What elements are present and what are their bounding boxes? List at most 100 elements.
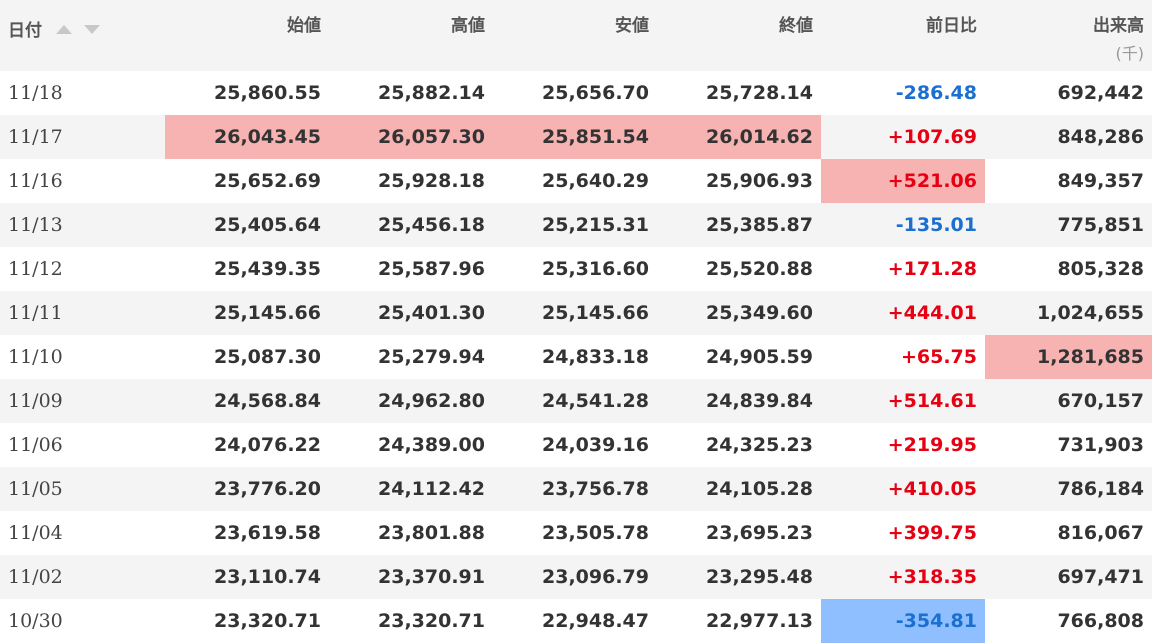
column-header-date: 日付 xyxy=(0,0,165,71)
cell-volume: 849,357 xyxy=(1057,170,1144,192)
cell-date: 11/12 xyxy=(8,258,63,280)
cell-high: 26,057.30 xyxy=(329,115,493,159)
table-row: 11/06 24,076.22 24,389.00 24,039.16 24,325.2… xyxy=(0,423,1152,467)
column-header-date-label: 日付 xyxy=(8,21,42,41)
cell-date: 10/30 xyxy=(8,610,63,632)
cell-date: 11/09 xyxy=(8,390,63,412)
cell-close: 22,977.13 xyxy=(706,610,813,632)
column-header-open: 始値 xyxy=(287,16,321,36)
cell-date: 11/11 xyxy=(8,302,63,324)
cell-change: +521.06 xyxy=(821,159,985,203)
cell-change: +444.01 xyxy=(887,302,977,324)
sort-descending-icon[interactable] xyxy=(83,25,100,34)
table-body: 11/18 25,860.55 25,882.14 25,656.70 25,728.1… xyxy=(0,71,1152,643)
cell-high: 25,882.14 xyxy=(378,82,485,104)
cell-date: 11/04 xyxy=(8,522,63,544)
table-row: 11/16 25,652.69 25,928.18 25,640.29 25,906.9… xyxy=(0,159,1152,203)
cell-open: 25,145.66 xyxy=(214,302,321,324)
cell-open: 26,043.45 xyxy=(165,115,329,159)
cell-open: 24,076.22 xyxy=(214,434,321,456)
column-header-close: 終値 xyxy=(779,16,813,36)
table-row: 11/10 25,087.30 25,279.94 24,833.18 24,905.5… xyxy=(0,335,1152,379)
cell-volume: 786,184 xyxy=(1057,478,1144,500)
cell-open: 23,619.58 xyxy=(214,522,321,544)
cell-change: -135.01 xyxy=(895,214,977,236)
cell-low: 25,215.31 xyxy=(542,214,649,236)
cell-low: 22,948.47 xyxy=(542,610,649,632)
volume-unit-label: (千) xyxy=(1115,44,1145,63)
cell-open: 23,320.71 xyxy=(214,610,321,632)
cell-change: +514.61 xyxy=(887,390,977,412)
cell-change: +318.35 xyxy=(887,566,977,588)
cell-date: 11/10 xyxy=(8,346,63,368)
table-row: 11/04 23,619.58 23,801.88 23,505.78 23,695.2… xyxy=(0,511,1152,555)
cell-high: 24,112.42 xyxy=(378,478,485,500)
cell-volume: 697,471 xyxy=(1057,566,1144,588)
cell-open: 25,087.30 xyxy=(214,346,321,368)
cell-change: +107.69 xyxy=(887,126,977,148)
cell-high: 23,801.88 xyxy=(378,522,485,544)
table-row: 10/30 23,320.71 23,320.71 22,948.47 22,977.1… xyxy=(0,599,1152,643)
cell-volume: 805,328 xyxy=(1057,258,1144,280)
cell-open: 23,110.74 xyxy=(214,566,321,588)
table-row: 11/12 25,439.35 25,587.96 25,316.60 25,520.8… xyxy=(0,247,1152,291)
cell-date: 11/18 xyxy=(8,82,63,104)
cell-low: 25,851.54 xyxy=(493,115,657,159)
cell-low: 23,756.78 xyxy=(542,478,649,500)
table-header: 日付 始値 高値 安値 終値 前日比 出来高 (千) xyxy=(0,0,1152,71)
column-header-volume: 出来高 (千) xyxy=(985,0,1152,71)
cell-high: 23,370.91 xyxy=(378,566,485,588)
header-row: 日付 始値 高値 安値 終値 前日比 出来高 (千) xyxy=(0,0,1152,71)
cell-volume: 1,024,655 xyxy=(1037,302,1144,324)
cell-change: +399.75 xyxy=(887,522,977,544)
cell-volume: 731,903 xyxy=(1057,434,1144,456)
cell-high: 24,389.00 xyxy=(378,434,485,456)
cell-volume: 848,286 xyxy=(1057,126,1144,148)
cell-date: 11/05 xyxy=(8,478,63,500)
cell-low: 25,316.60 xyxy=(542,258,649,280)
cell-close: 24,105.28 xyxy=(706,478,813,500)
cell-close: 24,325.23 xyxy=(706,434,813,456)
cell-open: 25,860.55 xyxy=(214,82,321,104)
cell-date: 11/16 xyxy=(8,170,63,192)
table-row: 11/18 25,860.55 25,882.14 25,656.70 25,728.1… xyxy=(0,71,1152,115)
cell-volume: 775,851 xyxy=(1057,214,1144,236)
column-header-volume-label: 出来高 xyxy=(1093,16,1144,36)
cell-close: 23,695.23 xyxy=(706,522,813,544)
cell-date: 11/13 xyxy=(8,214,63,236)
table-row: 11/11 25,145.66 25,401.30 25,145.66 25,349.6… xyxy=(0,291,1152,335)
table-row: 11/05 23,776.20 24,112.42 23,756.78 24,105.2… xyxy=(0,467,1152,511)
cell-change: -286.48 xyxy=(895,82,977,104)
cell-high: 25,928.18 xyxy=(378,170,485,192)
cell-close: 25,728.14 xyxy=(706,82,813,104)
column-header-low: 安値 xyxy=(615,16,649,36)
cell-low: 25,145.66 xyxy=(542,302,649,324)
cell-change: +219.95 xyxy=(887,434,977,456)
price-history-table: 日付 始値 高値 安値 終値 前日比 出来高 (千) 11/18 25,860.5… xyxy=(0,0,1152,643)
cell-date: 11/06 xyxy=(8,434,63,456)
cell-high: 25,456.18 xyxy=(378,214,485,236)
cell-low: 24,541.28 xyxy=(542,390,649,412)
cell-low: 23,505.78 xyxy=(542,522,649,544)
cell-change: -354.81 xyxy=(821,599,985,643)
cell-high: 25,587.96 xyxy=(378,258,485,280)
cell-change: +171.28 xyxy=(887,258,977,280)
cell-low: 24,833.18 xyxy=(542,346,649,368)
cell-low: 25,640.29 xyxy=(542,170,649,192)
sort-ascending-icon[interactable] xyxy=(55,25,72,34)
cell-high: 25,279.94 xyxy=(378,346,485,368)
cell-open: 23,776.20 xyxy=(214,478,321,500)
cell-close: 23,295.48 xyxy=(706,566,813,588)
table-row: 11/13 25,405.64 25,456.18 25,215.31 25,385.8… xyxy=(0,203,1152,247)
cell-high: 24,962.80 xyxy=(378,390,485,412)
cell-close: 25,520.88 xyxy=(706,258,813,280)
sort-controls xyxy=(55,19,106,39)
cell-volume: 670,157 xyxy=(1057,390,1144,412)
cell-volume: 1,281,685 xyxy=(985,335,1152,379)
cell-low: 23,096.79 xyxy=(542,566,649,588)
column-header-change: 前日比 xyxy=(926,16,977,36)
cell-open: 25,652.69 xyxy=(214,170,321,192)
cell-open: 25,405.64 xyxy=(214,214,321,236)
table-row: 11/17 26,043.45 26,057.30 25,851.54 26,014.6… xyxy=(0,115,1152,159)
cell-close: 25,906.93 xyxy=(706,170,813,192)
